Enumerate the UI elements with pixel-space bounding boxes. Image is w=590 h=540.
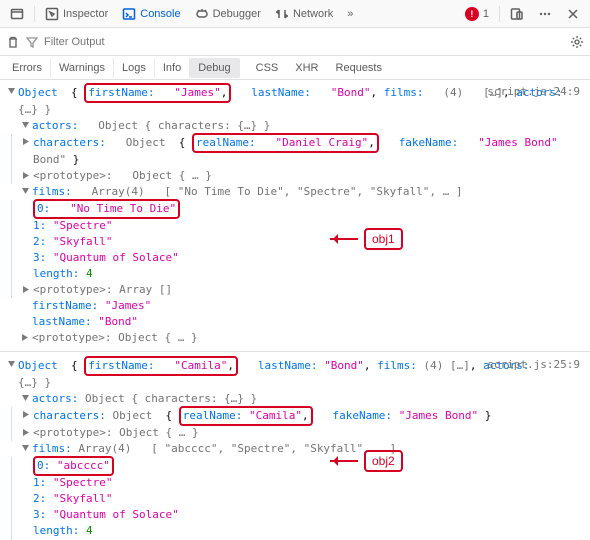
cat-css[interactable]: CSS	[248, 58, 288, 78]
disclosure-triangle[interactable]	[20, 443, 30, 453]
log-separator	[0, 351, 590, 352]
disclosure-triangle[interactable]	[21, 170, 31, 180]
obj1-characters-row: characters: Object { realName: "Daniel C…	[21, 134, 584, 152]
tab-network-label: Network	[293, 8, 333, 20]
tab-inspector[interactable]: Inspector	[39, 3, 114, 25]
dock-icon	[10, 7, 24, 21]
responsive-icon	[510, 7, 524, 21]
disclosure-triangle[interactable]	[20, 393, 30, 403]
tab-console[interactable]: Console	[116, 3, 186, 25]
obj1-films-row: films: Array(4) [ "No Time To Die", "Spe…	[20, 184, 584, 200]
cat-requests[interactable]: Requests	[328, 58, 391, 78]
disclosure-triangle[interactable]	[6, 359, 16, 369]
tab-debugger-label: Debugger	[213, 8, 261, 20]
disclosure-triangle[interactable]	[20, 120, 30, 130]
error-badge-icon: !	[465, 7, 479, 21]
devtools-toolbar: Inspector Console Debugger Network » ! 1	[0, 0, 590, 28]
cat-logs[interactable]: Logs	[114, 58, 155, 78]
disclosure-triangle[interactable]	[21, 284, 31, 294]
arrow-left-icon	[330, 460, 358, 462]
cat-info[interactable]: Info	[155, 58, 190, 78]
highlight-realname-obj1: realName: "Daniel Craig",	[192, 133, 379, 153]
highlight-films0-obj1: 0: "No Time To Die"	[33, 199, 180, 219]
object-type-label[interactable]: Object	[18, 86, 58, 99]
obj1-actors-row: actors: Object { characters: {…} }	[20, 118, 584, 134]
disclosure-triangle[interactable]	[6, 86, 16, 96]
obj1-films-proto: <prototype>: Array []	[21, 282, 584, 298]
error-count: 1	[483, 8, 489, 20]
highlight-firstname-obj1: firstName: "James",	[84, 83, 231, 103]
network-icon	[275, 7, 289, 21]
close-devtools[interactable]	[560, 3, 586, 25]
toolbar-divider	[499, 6, 500, 22]
annotation-obj2: obj2	[330, 450, 403, 472]
disclosure-triangle[interactable]	[21, 409, 31, 419]
trash-icon[interactable]	[6, 35, 20, 49]
disclosure-triangle[interactable]	[21, 427, 31, 437]
console-icon	[122, 7, 136, 21]
annotation-obj1: obj1	[330, 228, 403, 250]
filter-output-input[interactable]	[44, 36, 564, 48]
funnel-icon[interactable]	[26, 36, 38, 48]
obj1-films-0: 0: "No Time To Die"	[21, 200, 584, 218]
tabs-overflow[interactable]: »	[341, 4, 359, 24]
close-icon	[566, 7, 580, 21]
debugger-icon	[195, 7, 209, 21]
console-category-row: Errors Warnings Logs Info Debug CSS XHR …	[0, 56, 590, 80]
overflow-glyph: »	[347, 8, 353, 20]
disclosure-triangle[interactable]	[20, 332, 30, 342]
highlight-firstname-obj2: firstName: "Camila",	[84, 356, 238, 376]
log-row-obj1: Object { firstName: "James", lastName: "…	[6, 84, 584, 102]
inspector-icon	[45, 7, 59, 21]
settings-gear-icon[interactable]	[570, 35, 584, 49]
error-indicator[interactable]: ! 1	[459, 3, 495, 25]
tab-console-label: Console	[140, 8, 180, 20]
highlight-films0-obj2: 0: "abcccc"	[33, 456, 114, 476]
dock-toggle[interactable]	[4, 3, 30, 25]
tab-inspector-label: Inspector	[63, 8, 108, 20]
responsive-mode-button[interactable]	[504, 3, 530, 25]
cat-warnings[interactable]: Warnings	[51, 58, 114, 78]
tab-debugger[interactable]: Debugger	[189, 3, 267, 25]
cat-errors[interactable]: Errors	[4, 58, 51, 78]
disclosure-triangle[interactable]	[21, 136, 31, 146]
console-output: Object { firstName: "James", lastName: "…	[0, 80, 590, 540]
cat-debug[interactable]: Debug	[190, 58, 239, 78]
log-row-obj2: Object { firstName: "Camila", lastName: …	[6, 357, 584, 375]
arrow-left-icon	[330, 238, 358, 240]
toolbar-divider	[34, 6, 35, 22]
kebab-menu[interactable]	[532, 3, 558, 25]
highlight-realname-obj2: realName: "Camila",	[179, 406, 313, 426]
kebab-icon	[538, 7, 552, 21]
tab-network[interactable]: Network	[269, 3, 339, 25]
console-filter-row	[0, 28, 590, 56]
source-link-obj2[interactable]: script.js:25:9	[487, 357, 580, 373]
source-link-obj1[interactable]: script.js:24:9	[487, 84, 580, 100]
obj1-actors-proto: <prototype>: Object { … }	[21, 168, 584, 184]
disclosure-triangle[interactable]	[20, 186, 30, 196]
cat-xhr[interactable]: XHR	[287, 58, 327, 78]
